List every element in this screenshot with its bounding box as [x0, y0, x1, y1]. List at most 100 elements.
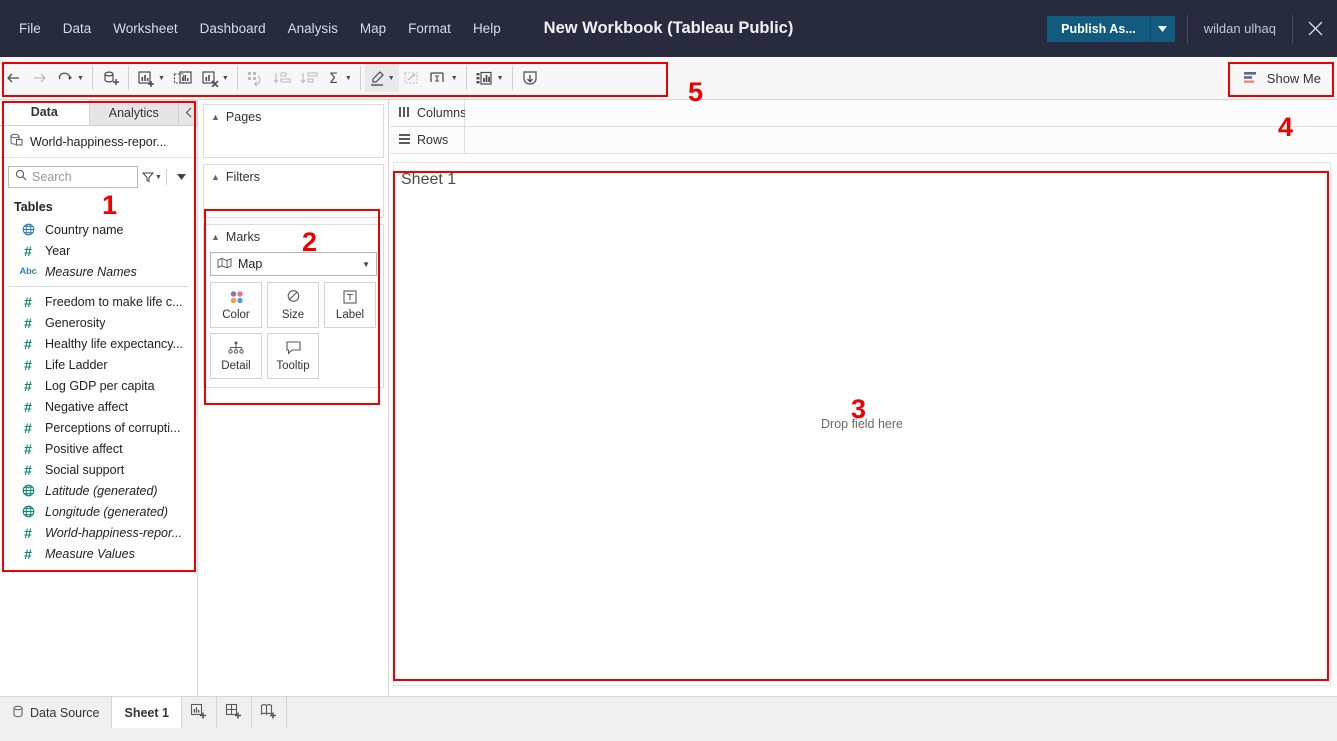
sort-ascending-button[interactable] [269, 64, 296, 92]
label-icon [342, 289, 358, 305]
field-label: Positive affect [45, 441, 123, 456]
title-bar: File Data Worksheet Dashboard Analysis M… [0, 0, 1337, 57]
sort-descending-button[interactable] [296, 64, 323, 92]
worksheet-canvas[interactable]: Sheet 1 Drop field here [393, 162, 1331, 686]
field-item-healthy-life-expectancy[interactable]: # Healthy life expectancy... [0, 333, 197, 354]
new-worksheet-tab-button[interactable] [181, 697, 217, 728]
field-item-year[interactable]: # Year [0, 240, 197, 261]
field-item-generosity[interactable]: # Generosity [0, 312, 197, 333]
publish-dropdown-caret[interactable] [1150, 15, 1175, 42]
data-pane-tabs: Data Analytics [0, 100, 197, 126]
menu-item-help[interactable]: Help [462, 15, 512, 42]
datasource-item[interactable]: World-happiness-repor... [0, 126, 197, 158]
username-label[interactable]: wildan ulhaq [1188, 21, 1292, 36]
back-button[interactable] [0, 64, 26, 92]
new-dashboard-tab-button[interactable] [216, 697, 252, 728]
menu-item-analysis[interactable]: Analysis [277, 15, 349, 42]
field-label: Measure Names [45, 264, 137, 279]
field-item-perceptions-of-corruption[interactable]: # Perceptions of corrupti... [0, 417, 197, 438]
menu-item-dashboard[interactable]: Dashboard [189, 15, 277, 42]
tab-data[interactable]: Data [0, 100, 90, 125]
marks-buttons: Color Size Label Detail Tooltip [204, 282, 383, 387]
tab-data-source[interactable]: Data Source [0, 697, 113, 728]
pages-card-header[interactable]: ▲ Pages [204, 105, 383, 127]
menu-item-worksheet[interactable]: Worksheet [102, 15, 188, 42]
field-label: Generosity [45, 315, 106, 330]
duplicate-sheet-button[interactable] [169, 64, 197, 92]
marks-tooltip-button[interactable]: Tooltip [267, 333, 319, 379]
field-item-social-support[interactable]: # Social support [0, 459, 197, 480]
download-button[interactable] [517, 64, 544, 92]
new-dashboard-icon [225, 703, 243, 722]
menu-item-map[interactable]: Map [349, 15, 397, 42]
undo-redo-button[interactable]: ▼ [52, 64, 88, 92]
field-label: Measure Values [45, 546, 135, 561]
canvas-wrapper: Sheet 1 Drop field here [393, 162, 1331, 686]
field-item-measure-values[interactable]: # Measure Values [0, 543, 197, 564]
publish-as-button[interactable]: Publish As... [1047, 15, 1151, 42]
rows-shelf-dropzone[interactable] [465, 127, 1337, 153]
menu-item-file[interactable]: File [8, 15, 52, 42]
number-icon: # [24, 398, 32, 415]
mark-type-label: Map [238, 257, 263, 271]
new-story-tab-button[interactable] [251, 697, 287, 728]
search-input[interactable] [32, 170, 131, 184]
pane-more-button[interactable] [171, 166, 191, 188]
tab-sheet-1[interactable]: Sheet 1 [112, 697, 182, 728]
toolbar: ▼ ▼ ▼ Σ ▼ ▼ ▼ ▼ Show Me [0, 57, 1337, 100]
marks-detail-button[interactable]: Detail [210, 333, 262, 379]
sheet-title[interactable]: Sheet 1 [401, 171, 456, 189]
tab-label: Sheet 1 [124, 705, 169, 720]
globe-icon [20, 505, 36, 518]
pages-shelf-dropzone[interactable] [204, 127, 383, 157]
filters-shelf-dropzone[interactable] [204, 187, 383, 217]
field-item-life-ladder[interactable]: # Life Ladder [0, 354, 197, 375]
field-item-positive-affect[interactable]: # Positive affect [0, 438, 197, 459]
mark-type-dropdown[interactable]: Map ▼ [210, 252, 377, 276]
marks-size-button[interactable]: Size [267, 282, 319, 328]
highlight-button[interactable]: ▼ [364, 64, 399, 92]
sheet-tabs: Data Source Sheet 1 [0, 697, 287, 728]
presentation-mode-button[interactable] [399, 64, 425, 92]
clear-sheet-button[interactable]: ▼ [197, 64, 233, 92]
color-icon [228, 289, 245, 305]
menu-item-data[interactable]: Data [52, 15, 103, 42]
field-item-freedom[interactable]: # Freedom to make life c... [0, 291, 197, 312]
forward-button[interactable] [26, 64, 52, 92]
toolbar-highlight-group: ▼ ▼ [364, 63, 462, 93]
show-hide-cards-button[interactable]: ▼ [471, 64, 508, 92]
close-icon [1308, 21, 1322, 36]
field-item-log-gdp-per-capita[interactable]: # Log GDP per capita [0, 375, 197, 396]
menu-item-format[interactable]: Format [397, 15, 462, 42]
field-item-measure-names[interactable]: Abc Measure Names [0, 261, 197, 282]
marks-color-button[interactable]: Color [210, 282, 262, 328]
field-item-country-name[interactable]: Country name [0, 219, 197, 240]
field-item-longitude-generated[interactable]: Longitude (generated) [0, 501, 197, 522]
new-data-source-button[interactable] [97, 64, 124, 92]
filter-button[interactable]: ▼ [142, 166, 162, 188]
filter-icon [142, 172, 155, 183]
columns-shelf-dropzone[interactable] [465, 100, 1337, 126]
close-button[interactable] [1293, 0, 1337, 57]
cards-column: ▲ Pages ▲ Filters ▲ Marks Map ▼ Color Si… [199, 100, 389, 696]
tooltip-icon [285, 340, 302, 356]
tab-analytics[interactable]: Analytics [89, 100, 179, 125]
marks-label-button[interactable]: Label [324, 282, 376, 328]
field-label: Country name [45, 222, 124, 237]
collapse-pane-button[interactable] [179, 100, 197, 125]
field-item-latitude-generated[interactable]: Latitude (generated) [0, 480, 197, 501]
filters-card-header[interactable]: ▲ Filters [204, 165, 383, 187]
totals-button[interactable]: Σ ▼ [323, 64, 356, 92]
field-item-negative-affect[interactable]: # Negative affect [0, 396, 197, 417]
new-worksheet-button[interactable]: ▼ [133, 64, 169, 92]
marks-card-header[interactable]: ▲ Marks [204, 225, 383, 247]
number-icon: # [24, 524, 32, 541]
swap-rows-columns-button[interactable] [242, 64, 269, 92]
show-me-button[interactable]: Show Me [1232, 63, 1331, 93]
field-item-world-happiness-report-count[interactable]: # World-happiness-repor... [0, 522, 197, 543]
rows-icon [398, 133, 411, 148]
search-input-wrap[interactable] [8, 166, 138, 188]
search-row: ▼ [0, 158, 197, 194]
fit-button[interactable]: ▼ [425, 64, 462, 92]
chevron-down-icon: ▼ [362, 259, 370, 269]
